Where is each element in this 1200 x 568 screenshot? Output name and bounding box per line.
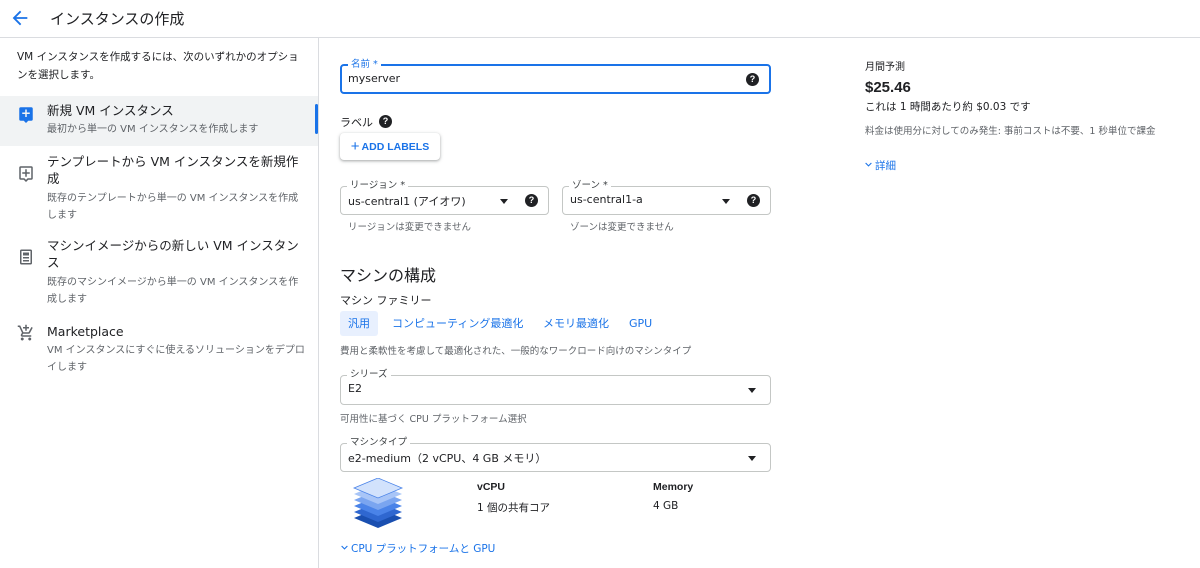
option-title: Marketplace — [47, 324, 124, 339]
add-labels-button[interactable]: + ADD LABELS — [340, 133, 440, 160]
add-labels-label: ADD LABELS — [361, 141, 430, 153]
option-description: 最初から単一の VM インスタンスを作成します — [47, 124, 259, 135]
chevron-down-icon — [865, 162, 872, 167]
region-select[interactable]: リージョン * us-central1 (アイオワ) ? — [340, 180, 549, 215]
option-marketplace[interactable]: Marketplace VM インスタンスにすぐに使えるソリューションをデプロイ… — [0, 320, 318, 380]
option-from-machine-image[interactable]: マシンイメージからの新しい VM インスタンス 既存のマシンイメージから単一の … — [0, 234, 318, 308]
tab-gpu[interactable]: GPU — [621, 311, 660, 336]
series-label: シリーズ — [347, 369, 391, 380]
name-field-label: 名前 * — [348, 59, 381, 70]
option-from-template[interactable]: テンプレートから VM インスタンスを新規作成 既存のテンプレートから単一の V… — [0, 150, 318, 224]
zone-dropdown-caret-icon[interactable] — [722, 199, 730, 204]
option-description: VM インスタンスにすぐに使えるソリューションをデプロイします — [47, 345, 305, 373]
cpu-platform-gpu-expander[interactable]: CPU プラットフォームと GPU — [338, 541, 495, 556]
billing-note: 料金は使用分に対してのみ発生: 事前コストは不要、1 秒単位で課金 — [865, 126, 1156, 137]
labels-title: ラベル — [340, 116, 373, 129]
monthly-estimate-label: 月間予測 — [865, 62, 905, 73]
series-dropdown-caret-icon[interactable] — [748, 388, 756, 393]
option-description: 既存のマシンイメージから単一の VM インスタンスを作成します — [47, 277, 299, 305]
tab-compute-optimized[interactable]: コンピューティング最適化 — [384, 311, 531, 336]
region-value: us-central1 (アイオワ) — [348, 195, 466, 208]
series-value: E2 — [348, 382, 362, 395]
series-hint: 可用性に基づく CPU プラットフォーム選択 — [340, 414, 527, 425]
machine-layers-icon — [352, 478, 404, 528]
labels-help-icon[interactable]: ? — [379, 115, 392, 128]
name-input-value[interactable]: myserver — [348, 72, 400, 85]
machine-image-icon — [20, 249, 32, 265]
estimate-details-link[interactable]: 詳細 — [862, 158, 896, 173]
option-description: 既存のテンプレートから単一の VM インスタンスを作成します — [47, 193, 299, 221]
option-title: マシンイメージからの新しい VM インスタンス — [47, 238, 299, 270]
tab-general-purpose[interactable]: 汎用 — [340, 311, 378, 336]
plus-icon: + — [350, 138, 360, 155]
option-title: テンプレートから VM インスタンスを新規作成 — [47, 154, 299, 186]
cpu-platform-gpu-label: CPU プラットフォームと GPU — [351, 543, 496, 555]
monthly-estimate-price: $25.46 — [865, 79, 911, 96]
template-icon — [19, 166, 33, 182]
machine-config-title: マシンの構成 — [340, 266, 437, 285]
memory-value: 4 GB — [653, 500, 679, 512]
option-title: 新規 VM インスタンス — [47, 103, 174, 118]
creation-options-panel: VM インスタンスを作成するには、次のいずれかのオプションを選択します。 新規 … — [0, 38, 319, 568]
instance-name-field[interactable]: 名前 * myserver ? — [340, 59, 771, 94]
back-arrow-icon[interactable] — [9, 7, 31, 29]
details-label: 詳細 — [875, 160, 896, 172]
option-new-vm-instance[interactable]: 新規 VM インスタンス 最初から単一の VM インスタンスを作成します — [0, 96, 318, 146]
memory-header: Memory — [653, 481, 694, 493]
zone-select[interactable]: ゾーン * us-central1-a ? — [562, 180, 771, 215]
region-label: リージョン * — [347, 180, 409, 191]
chevron-down-icon — [341, 545, 348, 550]
zone-hint: ゾーンは変更できません — [570, 222, 674, 233]
machine-type-label: マシンタイプ — [347, 437, 411, 448]
machine-type-value: e2-medium（2 vCPU、4 GB メモリ） — [348, 452, 547, 465]
options-intro-text: VM インスタンスを作成するには、次のいずれかのオプションを選択します。 — [17, 51, 299, 81]
tab-memory-optimized[interactable]: メモリ最適化 — [535, 311, 617, 336]
zone-value: us-central1-a — [570, 193, 643, 206]
zone-help-icon[interactable]: ? — [747, 194, 760, 207]
hourly-estimate: これは 1 時間あたり約 $0.03 です — [865, 101, 1031, 113]
marketplace-cart-icon — [17, 324, 33, 341]
top-bar: インスタンスの作成 — [0, 0, 1200, 38]
vcpu-header: vCPU — [477, 481, 506, 493]
region-hint: リージョンは変更できません — [348, 222, 472, 233]
name-help-icon[interactable]: ? — [746, 73, 759, 86]
page-title: インスタンスの作成 — [50, 10, 185, 28]
region-help-icon[interactable]: ? — [525, 194, 538, 207]
region-dropdown-caret-icon[interactable] — [500, 199, 508, 204]
series-select[interactable]: シリーズ E2 — [340, 369, 771, 405]
add-box-icon — [19, 107, 33, 123]
vcpu-value: 1 個の共有コア — [477, 502, 551, 514]
machine-family-description: 費用と柔軟性を考慮して最適化された、一般的なワークロード向けのマシンタイプ — [340, 346, 692, 357]
zone-label: ゾーン * — [569, 180, 611, 191]
machine-type-dropdown-caret-icon[interactable] — [748, 456, 756, 461]
machine-type-select[interactable]: マシンタイプ e2-medium（2 vCPU、4 GB メモリ） — [340, 437, 771, 472]
machine-family-label: マシン ファミリー — [340, 294, 432, 307]
